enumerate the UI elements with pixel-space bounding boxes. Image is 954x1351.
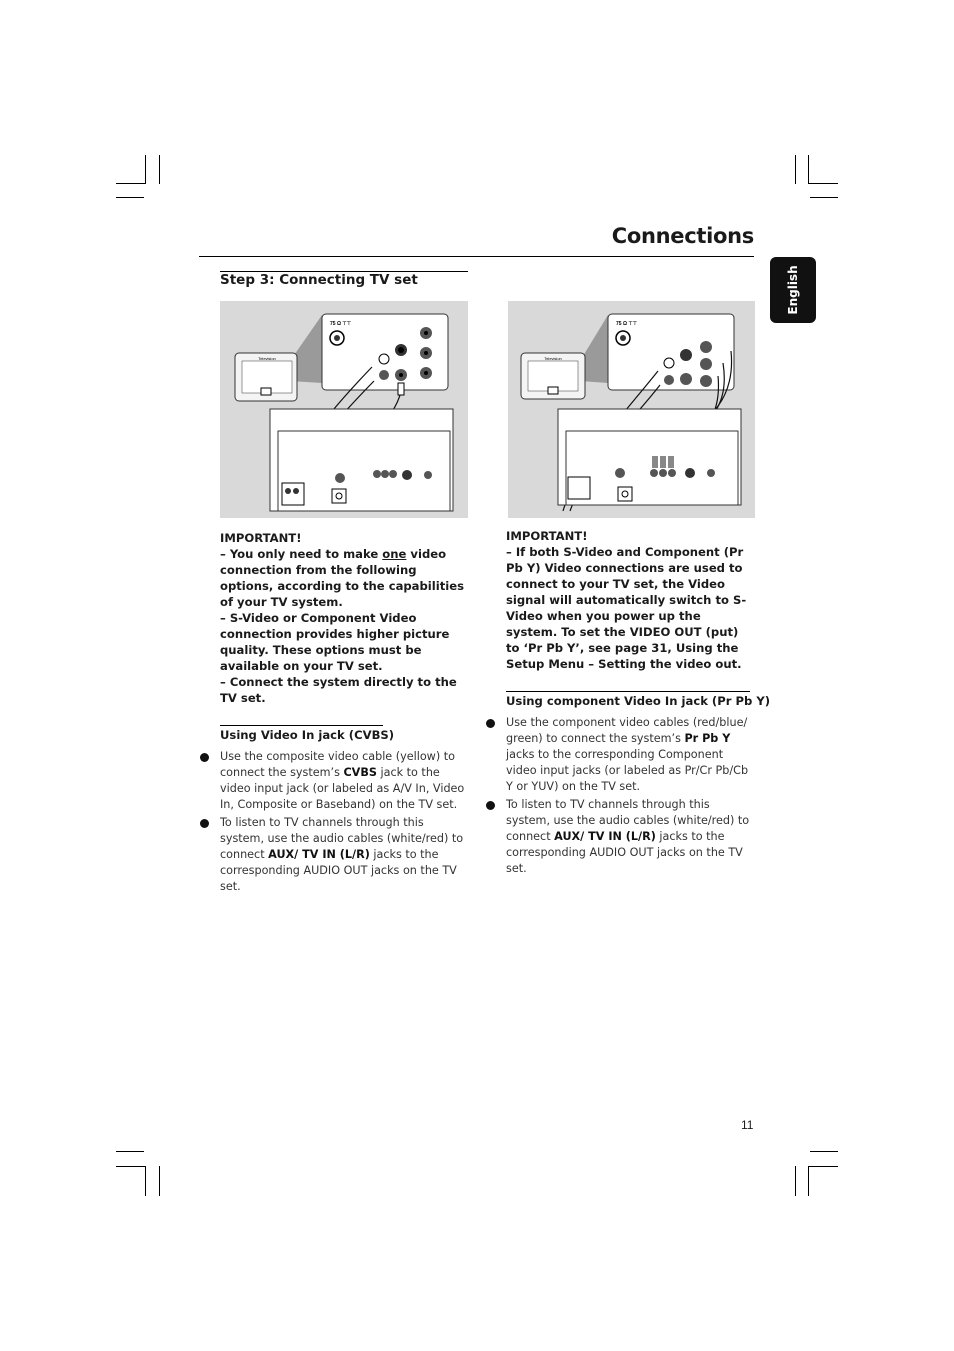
bullet-list-right: Use the component video cables (red/blue…	[486, 715, 754, 879]
language-tab-label: English	[786, 265, 800, 315]
important-heading: IMPORTANT!	[506, 529, 588, 543]
important-emphasis: one	[382, 547, 407, 561]
bullet-emphasis: AUX/ TV IN (L/R)	[268, 848, 370, 861]
important-item: – You only need to make one video connec…	[220, 546, 470, 610]
crop-mark	[145, 155, 146, 184]
important-note-left: IMPORTANT! – You only need to make one v…	[220, 530, 470, 706]
diagram-svg: Television 75 Ω ⊤⊤	[520, 313, 742, 512]
crop-mark	[116, 183, 146, 184]
important-note-right: IMPORTANT! – If both S-Video and Compone…	[506, 528, 754, 672]
bullet-icon	[486, 801, 495, 810]
diagram-svg: Television 75 Ω ⊤⊤	[234, 313, 454, 512]
bullet-emphasis: Pr Pb Y	[684, 732, 731, 745]
crop-mark	[808, 1166, 838, 1167]
list-item: Use the component video cables (red/blue…	[486, 715, 754, 795]
important-item: – S-Video or Component Video connection …	[220, 611, 450, 673]
header-rule	[199, 256, 754, 257]
crop-mark	[116, 1166, 146, 1167]
subheading-cvbs: Using Video In jack (CVBS)	[220, 728, 395, 742]
section-title: Connections	[611, 224, 755, 248]
crop-mark	[145, 1166, 146, 1196]
crop-mark	[159, 155, 160, 184]
crop-mark	[808, 1166, 809, 1196]
crop-mark	[116, 197, 144, 198]
crop-mark	[810, 197, 838, 198]
bullet-icon	[200, 753, 209, 762]
bullet-list-left: Use the composite video cable (yellow) t…	[200, 749, 468, 897]
language-tab: English	[770, 257, 816, 323]
list-item: To listen to TV channels through this sy…	[200, 815, 468, 895]
tv-label: Television	[544, 356, 562, 361]
bullet-emphasis: AUX/ TV IN (L/R)	[554, 830, 656, 843]
bullet-emphasis: CVBS	[343, 766, 377, 779]
subheading-rule	[506, 691, 750, 692]
crop-mark	[808, 155, 809, 184]
bullet-icon	[486, 719, 495, 728]
list-item: Use the composite video cable (yellow) t…	[200, 749, 468, 813]
component-connection-diagram: Television 75 Ω ⊤⊤	[508, 301, 755, 518]
svg-text:75 Ω ⊤⊤: 75 Ω ⊤⊤	[330, 321, 352, 327]
list-item: To listen to TV channels through this sy…	[486, 797, 754, 877]
crop-mark	[795, 155, 796, 184]
cvbs-connection-diagram: Television 75 Ω ⊤⊤	[220, 301, 468, 518]
important-heading: IMPORTANT!	[220, 531, 302, 545]
important-item: – If both S-Video and Component (Pr Pb Y…	[506, 545, 747, 671]
tv-label: Television	[258, 356, 276, 361]
important-text: – You only need to make	[220, 547, 383, 561]
subheading-component: Using component Video In jack (Pr Pb Y)	[506, 694, 771, 708]
important-item: – Connect the system directly to the TV …	[220, 675, 457, 705]
crop-mark	[116, 1151, 144, 1152]
bullet-icon	[200, 819, 209, 828]
crop-mark	[159, 1166, 160, 1196]
crop-mark	[808, 183, 838, 184]
bullet-text: jacks to the corresponding Component vid…	[506, 748, 749, 793]
svg-text:75 Ω ⊤⊤: 75 Ω ⊤⊤	[616, 321, 638, 327]
crop-mark	[795, 1166, 796, 1196]
crop-mark	[810, 1151, 838, 1152]
subheading-rule	[220, 725, 383, 726]
page-number: 11	[741, 1118, 754, 1132]
step-title: Step 3: Connecting TV set	[220, 272, 418, 288]
